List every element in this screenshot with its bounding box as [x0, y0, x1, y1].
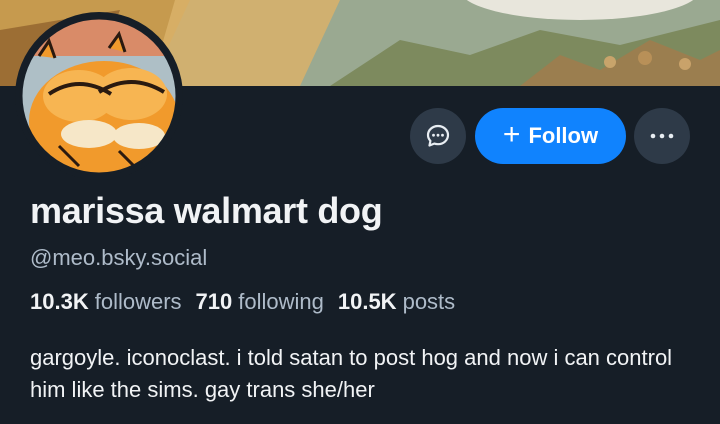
- avatar[interactable]: [15, 12, 183, 180]
- profile-bio: gargoyle. iconoclast. i told satan to po…: [30, 345, 673, 402]
- avatar-image: [19, 16, 179, 176]
- posts-label: posts: [402, 289, 456, 314]
- message-button[interactable]: [410, 108, 466, 164]
- more-options-button[interactable]: [634, 108, 690, 164]
- display-name: marissa walmart dog: [30, 190, 383, 231]
- plus-icon: +: [502, 117, 521, 151]
- followers-count: 10.3K: [30, 289, 89, 314]
- following-label: following: [238, 289, 324, 314]
- ellipsis-icon: [650, 133, 674, 139]
- chat-bubble-icon: [426, 124, 450, 147]
- follow-label: Follow: [528, 123, 599, 148]
- handle: @meo.bsky.social: [30, 245, 208, 270]
- followers-label: followers: [94, 289, 182, 314]
- following-count: 710: [195, 289, 233, 314]
- posts-count: 10.5K: [337, 289, 397, 314]
- profile-stats: 10.3K followers 710 following 10.5K posts: [30, 289, 455, 315]
- followers-stat[interactable]: 10.3K followers: [30, 289, 182, 315]
- follow-button[interactable]: + Follow: [475, 108, 626, 164]
- following-stat[interactable]: 710 following: [196, 289, 324, 315]
- posts-stat: 10.5K posts: [338, 289, 455, 315]
